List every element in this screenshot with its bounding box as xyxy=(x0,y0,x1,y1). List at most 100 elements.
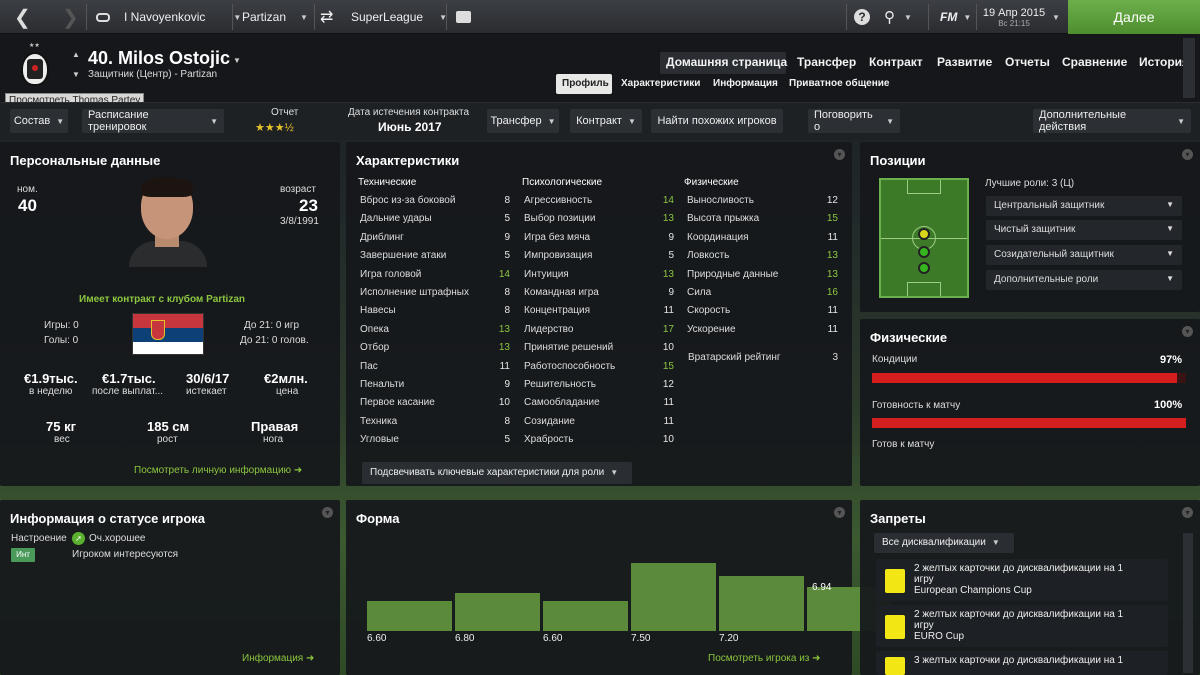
form-bar[interactable] xyxy=(631,563,716,631)
contract-button[interactable]: Контракт ▼ xyxy=(570,109,642,133)
attribute-row-technical: Дальние удары 5 xyxy=(360,213,510,231)
scrollbar[interactable] xyxy=(1183,38,1195,98)
date-display[interactable]: 19 Апр 2015 Вс 21:15 xyxy=(982,0,1046,34)
chat-icon[interactable] xyxy=(456,0,471,34)
panel-menu-icon[interactable]: ▾ xyxy=(322,507,333,518)
club-menu[interactable]: Partizan ▼ xyxy=(242,0,308,34)
attribute-name: Пас xyxy=(360,360,378,372)
tab-home[interactable]: Домашняя страница xyxy=(666,55,787,69)
panel-menu-icon[interactable]: ▾ xyxy=(1182,507,1193,518)
attribute-name: Храбрость xyxy=(524,434,574,446)
tab-history[interactable]: История xyxy=(1139,55,1189,69)
serbia-flag-icon xyxy=(132,313,204,355)
top-bar: ❮ ❯ I Navoyenkovic ▼ Partizan ▼ ⇄ SuperLea… xyxy=(0,0,1200,34)
panel-menu-icon[interactable]: ▾ xyxy=(1182,149,1193,160)
attribute-value: 15 xyxy=(662,360,674,372)
best-roles-label: Лучшие роли: 3 (Ц) xyxy=(985,178,1075,189)
attribute-value: 11 xyxy=(499,360,510,372)
search-icon[interactable]: ⚲ xyxy=(884,0,895,34)
bans-filter-dropdown[interactable]: Все дисквалификации ▼ xyxy=(874,533,1014,553)
attribute-value: 16 xyxy=(826,287,838,298)
value: €2млн. xyxy=(264,371,308,386)
attribute-value: 8 xyxy=(504,415,510,427)
dob: 3/8/1991 xyxy=(280,216,319,227)
find-similar-button[interactable]: Найти похожих игроков xyxy=(651,109,783,133)
attribute-row-technical: Отбор 13 xyxy=(360,342,510,360)
sort-up-icon[interactable]: ▲ xyxy=(72,50,80,59)
role-dropdown-central-defender[interactable]: Центральный защитник ▼ xyxy=(986,196,1182,216)
attribute-name: Навесы xyxy=(360,305,396,317)
attribute-value: 13 xyxy=(662,213,674,225)
talk-about-button[interactable]: Поговорить о ▼ xyxy=(808,109,900,133)
attribute-value: 8 xyxy=(504,195,510,206)
transfer-button[interactable]: Трансфер ▼ xyxy=(487,109,559,133)
continue-button[interactable]: Далее xyxy=(1068,0,1200,34)
attribute-name: Выносливость xyxy=(687,195,754,206)
bans-scrollbar[interactable] xyxy=(1183,533,1193,673)
sort-down-icon[interactable]: ▼ xyxy=(72,70,80,79)
panel-menu-icon[interactable]: ▾ xyxy=(834,507,845,518)
more-actions-button[interactable]: Дополнительные действия ▼ xyxy=(1033,109,1191,133)
position-dot xyxy=(918,228,930,240)
attribute-name: Игра головой xyxy=(360,268,422,280)
tab-development[interactable]: Развитие xyxy=(937,55,992,69)
tab-reports[interactable]: Отчеты xyxy=(1005,55,1050,69)
attribute-row-physical: Высота прыжка 15 xyxy=(687,213,838,231)
status-info-link[interactable]: Информация ➜ xyxy=(242,653,314,664)
attribute-name: Работоспособность xyxy=(524,360,616,372)
swap-icon[interactable]: ⇄ xyxy=(320,0,333,34)
league-menu[interactable]: SuperLeague ▼ xyxy=(351,0,447,34)
player-position: Защитник (Центр) - Partizan xyxy=(88,69,218,80)
attribute-value: 10 xyxy=(498,397,510,409)
physical-title: Физические xyxy=(684,177,739,188)
highlight-roles-dropdown[interactable]: Подсвечивать ключевые характеристики для… xyxy=(362,462,632,484)
role-dropdown-ball-playing[interactable]: Созидательный защитник ▼ xyxy=(986,245,1182,265)
attribute-name: Опека xyxy=(360,323,389,335)
subtab-information[interactable]: Информация xyxy=(713,78,778,89)
squad-button[interactable]: Состав ▼ xyxy=(10,109,68,133)
form-bar[interactable] xyxy=(719,575,804,631)
forward-icon[interactable]: ❯ xyxy=(62,0,79,34)
report-stars[interactable]: ★★★½ xyxy=(255,121,294,134)
fm-menu[interactable]: FM ▼ xyxy=(940,0,971,34)
positions-title: Позиции xyxy=(870,153,926,168)
subtab-attributes[interactable]: Характеристики xyxy=(621,78,700,89)
panel-menu-icon[interactable]: ▾ xyxy=(1182,326,1193,337)
form-bar[interactable] xyxy=(455,592,540,631)
manager-menu[interactable]: I Navoyenkovic ▼ xyxy=(96,0,241,34)
view-player-from-link[interactable]: Посмотреть игрока из ➜ xyxy=(708,653,821,664)
attribute-row-technical: Игра головой 14 xyxy=(360,269,510,287)
role-dropdown-additional[interactable]: Дополнительные роли ▼ xyxy=(986,270,1182,290)
tab-contract[interactable]: Контракт xyxy=(869,55,923,69)
form-bar[interactable] xyxy=(543,601,628,631)
mental-title: Психологические xyxy=(522,177,603,188)
role-dropdown-libero[interactable]: Чистый защитник ▼ xyxy=(986,220,1182,240)
personal-info-link[interactable]: Посмотреть личную информацию ➜ xyxy=(134,465,302,476)
attribute-name: Дальние удары xyxy=(360,213,432,225)
date-dropdown[interactable]: ▼ xyxy=(1052,0,1060,34)
form-bar[interactable] xyxy=(367,601,452,631)
attribute-value: 8 xyxy=(504,305,510,317)
attribute-value: 5 xyxy=(504,213,510,225)
attribute-value: 10 xyxy=(662,342,674,354)
contract-expires: 30/6/17 xyxy=(186,371,230,386)
attribute-row-technical: Исполнение штрафных 8 xyxy=(360,287,510,305)
panel-menu-icon[interactable]: ▾ xyxy=(834,149,845,160)
height: 185 см xyxy=(147,419,190,434)
attribute-name: Отбор xyxy=(360,342,390,354)
tab-transfer[interactable]: Трансфер xyxy=(797,55,856,69)
search-dropdown[interactable]: ▼ xyxy=(904,0,912,34)
player-menu-caret[interactable]: ▼ xyxy=(233,56,241,65)
attribute-name: Командная игра xyxy=(524,287,599,298)
attribute-value: 11 xyxy=(827,323,838,335)
weight-label: вес xyxy=(54,434,70,445)
attribute-row-physical: Сила 16 xyxy=(687,287,838,305)
attribute-row-mental: Импровизация 5 xyxy=(524,250,674,268)
help-icon[interactable]: ? xyxy=(854,0,870,34)
training-button[interactable]: Расписание тренировок ▼ xyxy=(82,109,224,133)
attribute-value: 11 xyxy=(827,231,838,243)
tab-comparison[interactable]: Сравнение xyxy=(1062,55,1127,69)
subtab-private-chat[interactable]: Приватное общение xyxy=(789,78,889,89)
back-icon[interactable]: ❮ xyxy=(14,0,31,34)
subtab-profile[interactable]: Профиль xyxy=(562,78,609,89)
